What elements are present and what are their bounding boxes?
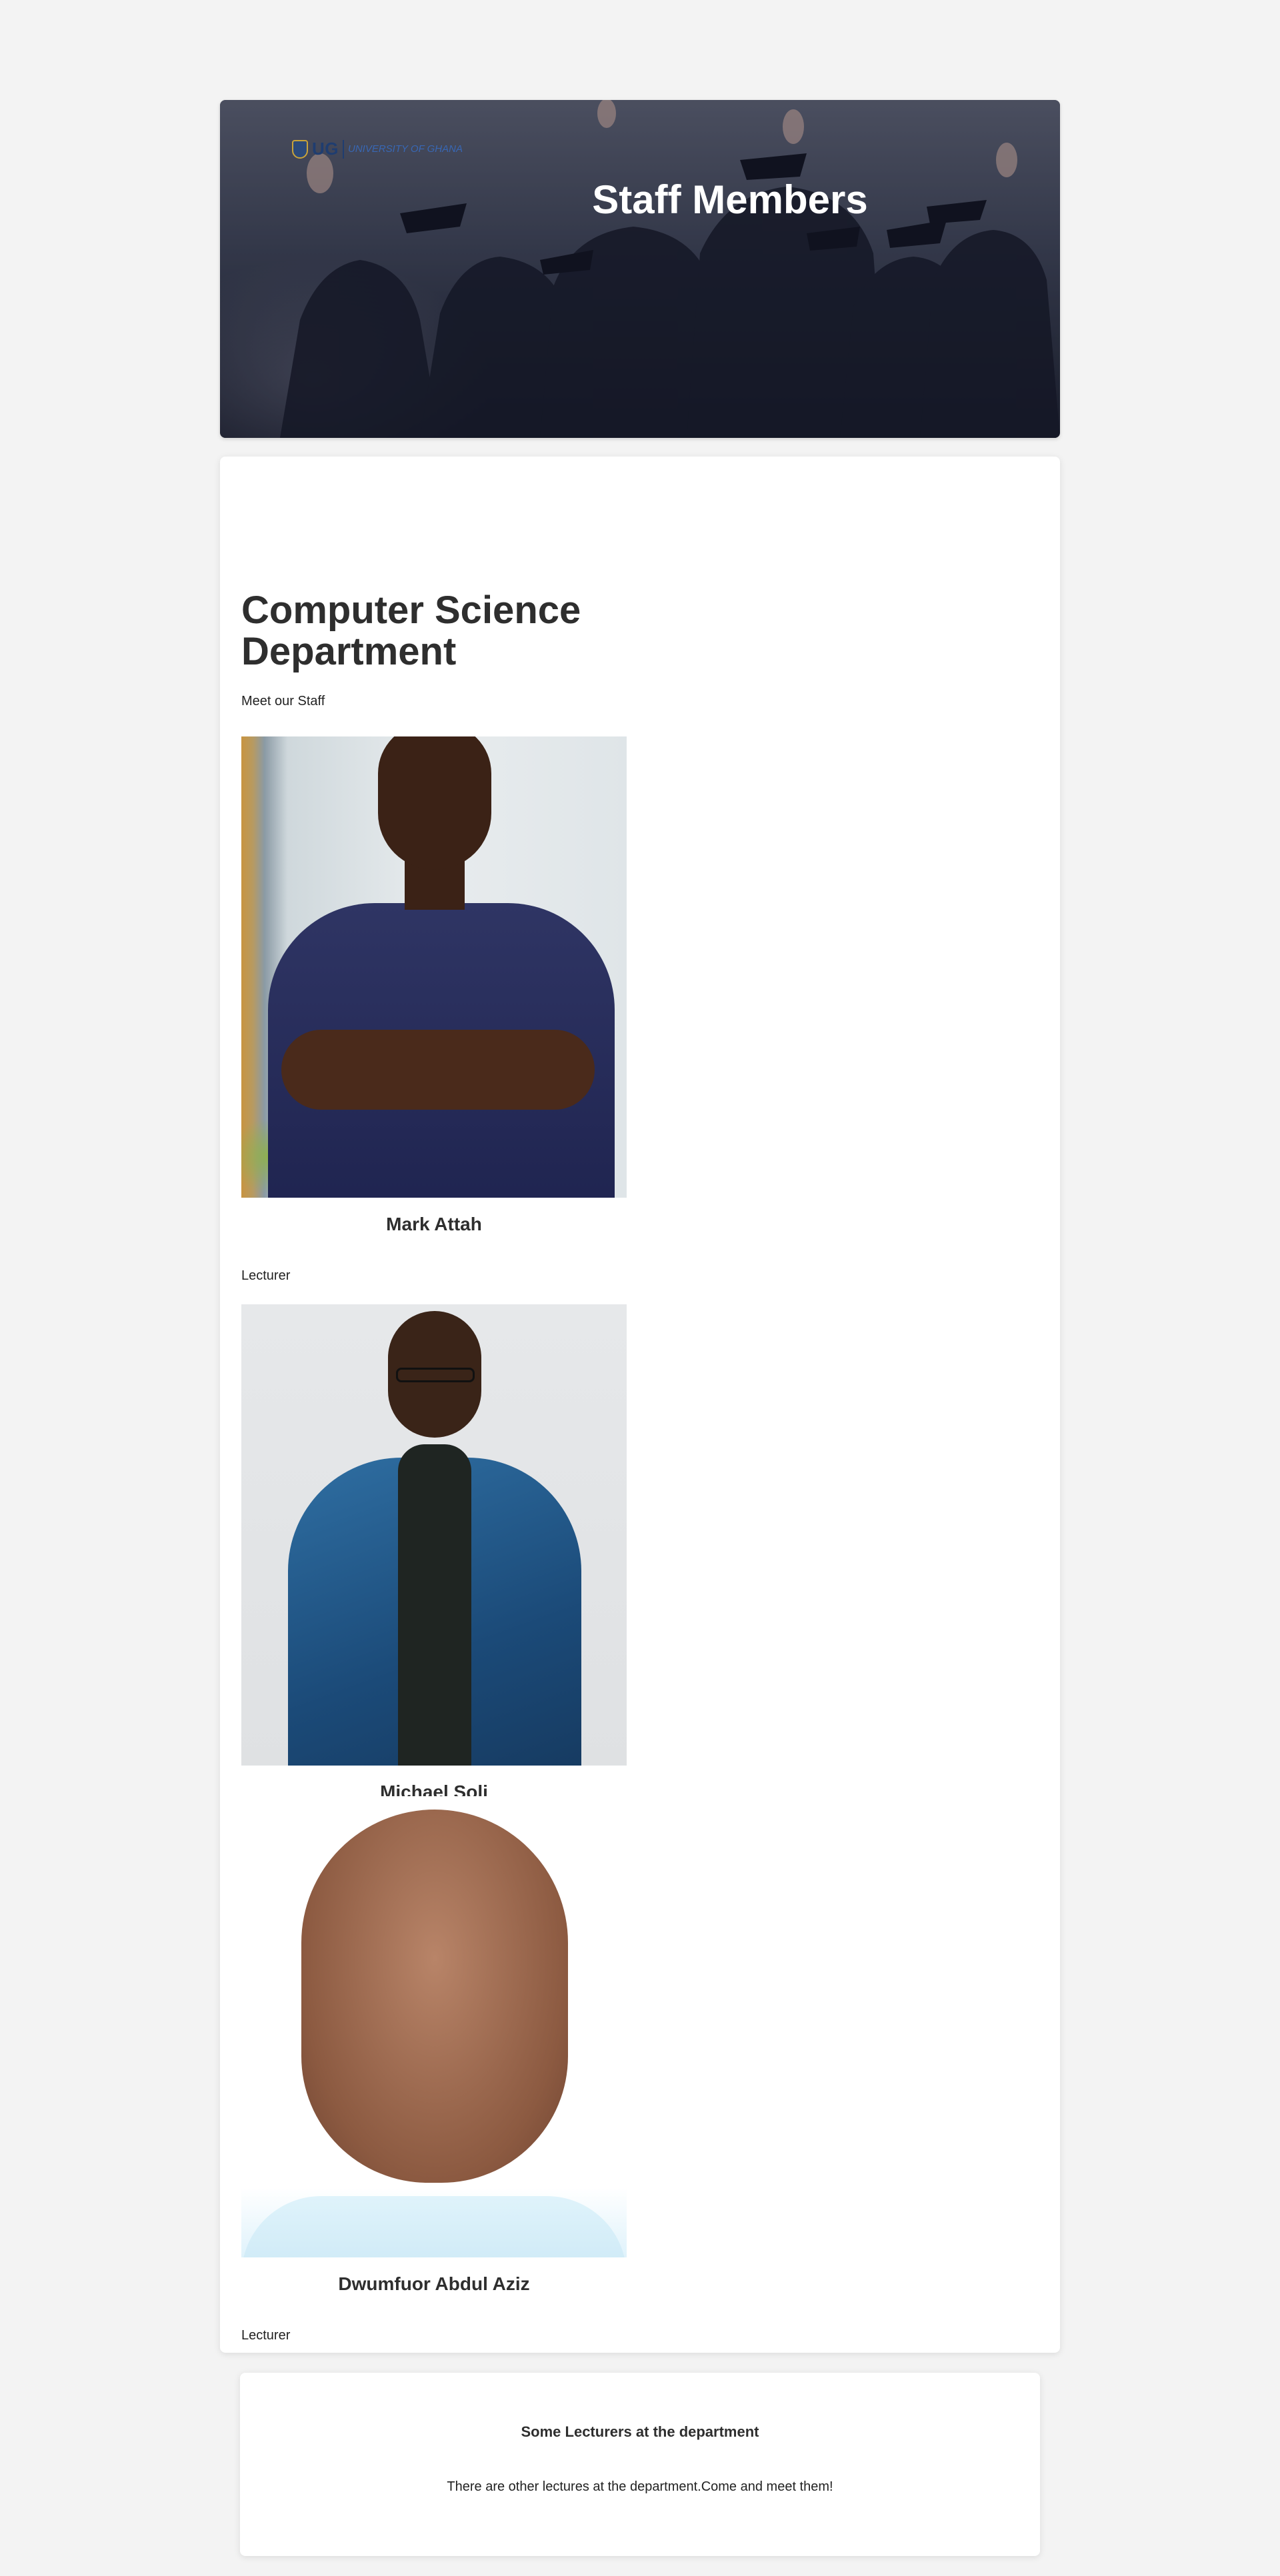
staff-member: Mark Attah Lecturer	[241, 736, 627, 1284]
staff-photo-michael-soli	[241, 1304, 627, 1766]
hero-banner: UG UNIVERSITY OF GHANA Staff Members	[220, 100, 1060, 438]
staff-member: Dwumfuor Abdul Aziz Lecturer	[241, 1796, 627, 2343]
staff-name: Dwumfuor Abdul Aziz	[338, 2273, 530, 2294]
page-title: Staff Members	[592, 177, 868, 222]
staff-role: Lecturer	[241, 1268, 291, 1283]
staff-role: Lecturer	[241, 2328, 291, 2343]
lecturers-info-text: There are other lectures at the departme…	[447, 2479, 833, 2494]
staff-member: Michael Soli Lecturer	[241, 1304, 627, 1852]
staff-name: Mark Attah	[386, 1214, 482, 1234]
logo-divider	[343, 139, 344, 159]
department-title: Computer Science Department	[241, 589, 581, 673]
staff-photo-mark-attah	[241, 736, 627, 1198]
logo-university-name: UNIVERSITY OF GHANA	[348, 143, 463, 155]
logo-abbreviation: UG	[312, 139, 339, 159]
staff-card: Computer Science Department Meet our Sta…	[220, 457, 1060, 2353]
lecturers-info-title: Some Lecturers at the department	[521, 2423, 759, 2440]
university-logo[interactable]: UG UNIVERSITY OF GHANA	[292, 139, 463, 159]
staff-photo-dwumfuor-abdul-aziz	[241, 1796, 627, 2257]
intro-text: Meet our Staff	[241, 694, 325, 708]
crest-icon	[292, 139, 308, 159]
lecturers-info-card: Some Lecturers at the department There a…	[240, 2373, 1040, 2556]
